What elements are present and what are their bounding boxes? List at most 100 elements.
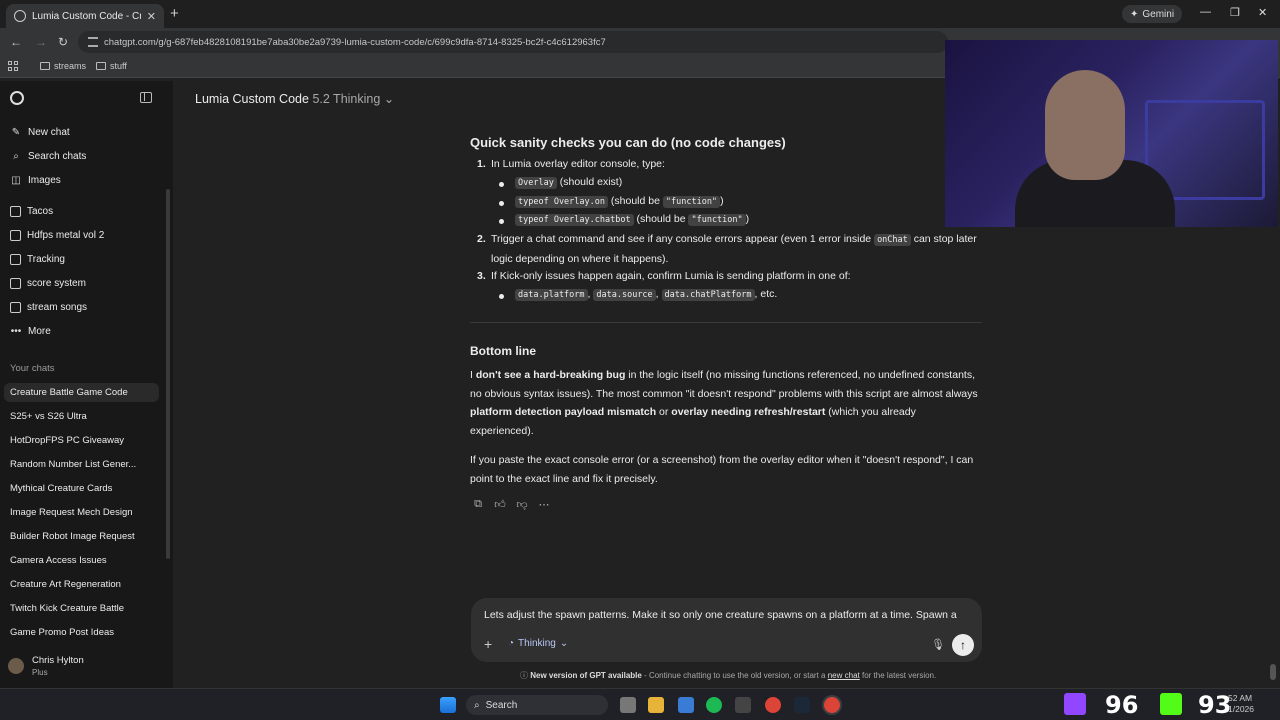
list-number: 2. — [477, 233, 486, 245]
notice-text: for the latest version. — [859, 671, 937, 680]
inline-code: "function" — [688, 214, 746, 226]
section-title: Quick sanity checks you can do (no code … — [470, 135, 786, 150]
new-chat-icon: ✎ — [11, 127, 21, 138]
notice-text: - Continue chatting to use the old versi… — [641, 671, 828, 680]
apps-icon[interactable] — [8, 61, 18, 71]
bookmark-streams[interactable]: streams — [40, 61, 86, 71]
more-icon[interactable]: ⋯ — [538, 498, 550, 511]
bullet-text: ) — [720, 195, 724, 207]
inline-code: Overlay — [515, 177, 557, 189]
notice-bold: New version of GPT available — [530, 671, 642, 680]
inline-code: "function" — [662, 196, 721, 208]
thumbs-up-icon[interactable]: 👍︎ — [494, 498, 506, 511]
more-label: More — [28, 326, 51, 337]
webcam-overlay — [945, 40, 1278, 227]
paragraph: I don't see a hard-breaking bug in the l… — [470, 366, 982, 440]
taskbar-search[interactable]: ⌕ Search — [466, 695, 608, 715]
images-button[interactable]: ◫ Images — [10, 175, 61, 186]
url-bar[interactable]: chatgpt.com/g/g-687feb4828108191be7aba30… — [78, 31, 948, 53]
search-chats-button[interactable]: ⌕ Search chats — [10, 151, 86, 162]
chat-item[interactable]: HotDropFPS PC Giveaway — [10, 435, 124, 446]
clock-date: 1/2026 — [1228, 704, 1254, 714]
divider — [470, 322, 982, 323]
chat-item[interactable]: Builder Robot Image Request — [10, 531, 135, 542]
sidebar-toggle-icon[interactable] — [140, 92, 152, 103]
send-button[interactable]: ↑ — [952, 634, 974, 656]
search-icon: ⌕ — [13, 151, 19, 162]
bullet-item: Overlay (should exist) — [498, 176, 622, 189]
microphone-icon[interactable]: 🎙︎ — [931, 638, 945, 651]
thinking-mode-button[interactable]: ◔ Thinking ⌄ — [508, 638, 568, 649]
chat-item[interactable]: Creature Art Regeneration — [10, 579, 121, 590]
inline-code: onChat — [874, 234, 911, 246]
message-actions: ⧉ 👍︎ 👎︎ ⋯ — [472, 498, 550, 511]
browser-tab[interactable]: Lumia Custom Code - Creature ✕ — [6, 4, 164, 28]
list-text: In Lumia overlay editor console, type: — [491, 158, 665, 170]
new-chat-link[interactable]: new chat — [828, 671, 860, 680]
chat-item-active[interactable]: Creature Battle Game Code — [4, 383, 159, 402]
chrome-icon[interactable] — [765, 697, 781, 713]
prompt-input[interactable]: Lets adjust the spawn patterns. Make it … — [484, 609, 957, 621]
gpt-item-stream-songs[interactable]: stream songs — [10, 302, 87, 313]
chat-item[interactable]: Game Promo Post Ideas — [10, 627, 114, 638]
gemini-button[interactable]: ✦ Gemini — [1122, 5, 1183, 23]
site-info-icon[interactable] — [88, 37, 98, 47]
thinking-icon: ◔ — [508, 638, 515, 649]
model-selector[interactable]: Lumia Custom Code 5.2 Thinking ⌄ — [195, 91, 394, 106]
notepad-icon[interactable] — [678, 697, 694, 713]
list-text: If Kick-only issues happen again, confir… — [491, 270, 851, 282]
thumbs-down-icon[interactable]: 👎︎ — [516, 498, 528, 511]
bookmark-stuff[interactable]: stuff — [96, 61, 127, 71]
chat-item[interactable]: Twitch Kick Creature Battle — [10, 603, 124, 614]
main-scrollbar[interactable] — [1270, 664, 1276, 680]
windows-start-icon[interactable] — [440, 697, 456, 713]
tab-close-icon[interactable]: ✕ — [147, 10, 156, 23]
minimize-icon[interactable]: — — [1200, 6, 1211, 18]
back-icon[interactable]: ← — [10, 35, 22, 49]
clock[interactable]: 52 AM 1/2026 — [1228, 693, 1254, 715]
chrome-active-icon[interactable] — [824, 697, 840, 713]
paragraph: If you paste the exact console error (or… — [470, 454, 974, 485]
new-chat-button[interactable]: ✎ New chat — [10, 127, 70, 138]
inline-code: typeof Overlay.chatbot — [515, 214, 634, 226]
clock-time: 52 AM — [1228, 693, 1253, 703]
forward-icon[interactable]: → — [35, 35, 47, 49]
gpt-item-hdfps[interactable]: Hdfps metal vol 2 — [10, 230, 104, 241]
user-menu[interactable]: Chris Hylton Plus — [8, 655, 84, 677]
gpt-item-score-system[interactable]: score system — [10, 278, 86, 289]
bullet-item: typeof Overlay.on (should be "function") — [499, 195, 724, 208]
chat-item[interactable]: Random Number List Gener... — [10, 459, 136, 470]
twitch-icon — [1064, 693, 1086, 715]
steam-icon[interactable] — [794, 697, 810, 713]
more-button[interactable]: ••• More — [10, 326, 51, 337]
inline-code: data.platform — [515, 289, 588, 301]
gpt-item-tracking[interactable]: Tracking — [10, 254, 65, 265]
gemini-label: Gemini — [1142, 8, 1175, 20]
kick-icon — [1160, 693, 1182, 715]
chat-item[interactable]: Camera Access Issues — [10, 555, 107, 566]
restore-icon[interactable]: ❐ — [1230, 6, 1240, 19]
gpt-item-tacos[interactable]: Tacos — [10, 206, 53, 217]
file-explorer-icon[interactable] — [648, 697, 664, 713]
chat-item[interactable]: Image Request Mech Design — [10, 507, 133, 518]
chatgpt-favicon-icon — [14, 10, 26, 22]
new-tab-button[interactable]: + — [170, 5, 179, 22]
sidebar-scrollbar[interactable] — [166, 189, 170, 559]
chat-item[interactable]: Mythical Creature Cards — [10, 483, 112, 494]
chat-item[interactable]: S25+ vs S26 Ultra — [10, 411, 87, 422]
copy-icon[interactable]: ⧉ — [472, 498, 484, 510]
window-close-icon[interactable]: ✕ — [1258, 6, 1267, 19]
avatar — [8, 658, 24, 674]
bullet-item: data.platform, data.source, data.chatPla… — [498, 288, 777, 301]
chatgpt-logo-icon[interactable] — [10, 91, 24, 105]
nav-label: Search chats — [28, 151, 87, 162]
spotify-icon[interactable] — [706, 697, 722, 713]
task-view-icon[interactable] — [620, 697, 636, 713]
hudfx-icon[interactable] — [735, 697, 751, 713]
list-item: 3. If Kick-only issues happen again, conf… — [470, 267, 851, 286]
text: or — [656, 406, 672, 418]
list-number: 1. — [477, 158, 486, 170]
add-attachment-icon[interactable]: + — [484, 636, 492, 652]
list-item: 2. Trigger a chat command and see if any … — [470, 230, 985, 268]
reload-icon[interactable]: ↻ — [58, 35, 68, 49]
